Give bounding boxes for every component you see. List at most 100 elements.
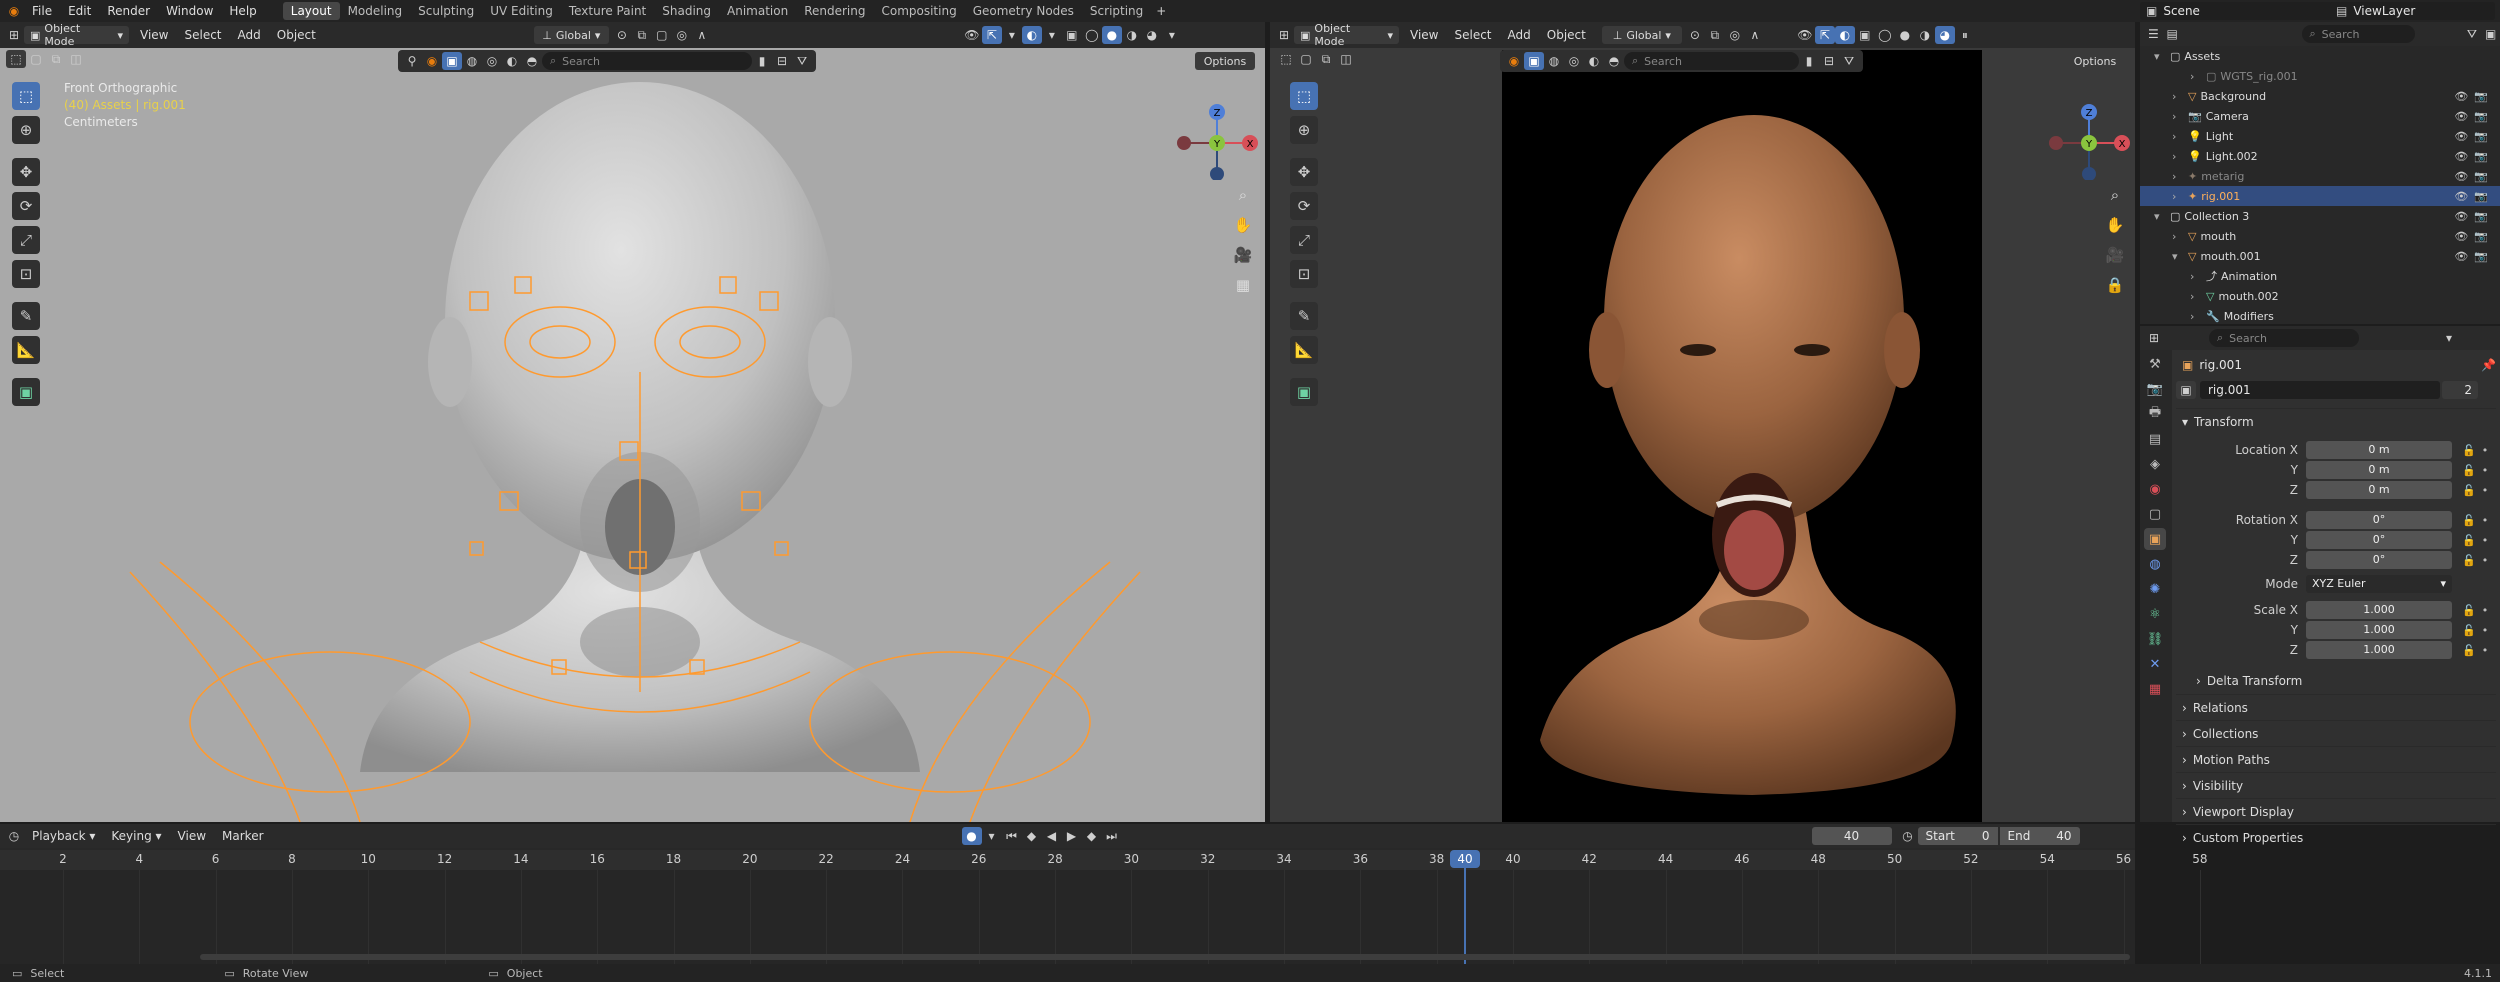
outliner-row[interactable]: ▾ ▽ mouth.001 👁📷 xyxy=(2140,246,2500,266)
outliner-row[interactable]: ▾ ▢ Collection 3 👁📷 xyxy=(2140,206,2500,226)
mode-dropdown[interactable]: ▣ Object Mode ▾ xyxy=(1294,22,1399,48)
outliner-row[interactable]: › ▽ Background 👁📷 xyxy=(2140,86,2500,106)
visibility-render-toggles[interactable]: 👁📷 xyxy=(2454,230,2494,243)
location-y-field[interactable]: 0 m xyxy=(2306,461,2452,479)
shading-material-icon[interactable]: ◑ xyxy=(1122,26,1142,44)
expand-chevron-icon[interactable]: › xyxy=(2172,230,2184,243)
viewport-display-panel[interactable]: › Viewport Display xyxy=(2176,798,2496,824)
tab-sculpting[interactable]: Sculpting xyxy=(410,2,482,20)
data-name-field[interactable]: rig.001 xyxy=(2200,381,2440,399)
menu-add[interactable]: Add xyxy=(230,28,269,42)
filter-icon[interactable]: ⚲ xyxy=(402,52,422,70)
keying-dropdown-icon[interactable]: ▾ xyxy=(982,827,1002,845)
expand-chevron-icon[interactable]: › xyxy=(2172,130,2184,143)
select-new-icon[interactable]: ▢ xyxy=(26,50,46,68)
collections-panel[interactable]: › Collections xyxy=(2176,720,2496,746)
viewport-search-input[interactable]: ⌕ Search xyxy=(542,52,752,70)
prev-keyframe-icon[interactable]: ◆ xyxy=(1022,827,1042,845)
filter-b-icon[interactable]: ◍ xyxy=(1544,52,1564,70)
play-reverse-icon[interactable]: ◀ xyxy=(1042,827,1062,845)
expand-chevron-icon[interactable]: ▾ xyxy=(2154,50,2166,63)
render-tab-icon[interactable]: 📷 xyxy=(2144,378,2166,400)
collection-tab-icon[interactable]: ▢ xyxy=(2144,503,2166,525)
editor-type-icon[interactable]: ◷ xyxy=(4,827,24,845)
jump-start-icon[interactable]: ⏮ xyxy=(1002,827,1022,845)
select-box-icon[interactable]: ⬚ xyxy=(6,50,26,68)
view-layer-tab-icon[interactable]: ▤ xyxy=(2144,428,2166,450)
pin-icon[interactable]: 📌 xyxy=(2481,358,2496,372)
filter-c-icon[interactable]: ◎ xyxy=(482,52,502,70)
users-count[interactable]: 2 xyxy=(2442,381,2478,399)
constraints-tab-icon[interactable]: ⛓ xyxy=(2144,628,2166,650)
lock-icon[interactable]: 🔒 xyxy=(2102,272,2128,298)
rotation-x-field[interactable]: 0° xyxy=(2306,511,2452,529)
filter-b-icon[interactable]: ◍ xyxy=(462,52,482,70)
outliner-row[interactable]: › ▽ mouth 👁📷 xyxy=(2140,226,2500,246)
view-options-icon[interactable]: ⊟ xyxy=(772,52,792,70)
lock-keyframe-icons[interactable]: 🔓• xyxy=(2462,554,2494,567)
editor-type-icon[interactable]: ⊞ xyxy=(4,26,24,44)
outliner-search-input[interactable]: ⌕ Search xyxy=(2301,25,2415,43)
location-x-field[interactable]: 0 m xyxy=(2306,441,2452,459)
menu-object[interactable]: Object xyxy=(1539,28,1594,42)
rotation-z-field[interactable]: 0° xyxy=(2306,551,2452,569)
menu-window[interactable]: Window xyxy=(158,4,221,18)
gizmo-dropdown-icon[interactable]: ▾ xyxy=(1002,26,1022,44)
menu-view[interactable]: View xyxy=(132,28,176,42)
transform-panel-header[interactable]: ▾ Transform xyxy=(2176,408,2496,434)
shading-solid-icon[interactable]: ● xyxy=(1895,26,1915,44)
tab-rendering[interactable]: Rendering xyxy=(796,2,873,20)
expand-chevron-icon[interactable]: › xyxy=(2172,190,2184,203)
viewport-left[interactable]: ⊞ ▣ Object Mode ▾ View Select Add Object ⊥… xyxy=(0,22,1265,822)
keyframe-area[interactable] xyxy=(0,870,2201,964)
auto-keying-icon[interactable]: ● xyxy=(961,827,982,845)
delta-transform-panel[interactable]: › Delta Transform xyxy=(2176,668,2496,694)
scale-y-field[interactable]: 1.000 xyxy=(2306,621,2452,639)
tab-texture-paint[interactable]: Texture Paint xyxy=(561,2,654,20)
shading-material-icon[interactable]: ◑ xyxy=(1915,26,1935,44)
view-options-icon[interactable]: ⊟ xyxy=(1819,52,1839,70)
navigation-gizmo[interactable]: Z Y X xyxy=(2042,80,2132,180)
tab-uv-editing[interactable]: UV Editing xyxy=(482,2,561,20)
visibility-render-toggles[interactable]: 👁📷 xyxy=(2454,210,2494,223)
expand-chevron-icon[interactable]: ▾ xyxy=(2154,210,2166,223)
blender-logo-icon[interactable]: ◉ xyxy=(4,2,24,20)
proportional-edit-icon[interactable]: ◎ xyxy=(1725,26,1745,44)
lock-keyframe-icons[interactable]: 🔓• xyxy=(2462,534,2494,547)
zoom-icon[interactable]: ⌕ xyxy=(2102,182,2128,208)
timeline-scrollbar[interactable] xyxy=(200,954,2130,960)
select-tool-icon[interactable]: ⬚ xyxy=(1290,82,1318,110)
editor-type-icon[interactable]: ⊞ xyxy=(2144,329,2164,347)
add-cube-tool-icon[interactable]: ▣ xyxy=(1290,378,1318,406)
filter-d-icon[interactable]: ◐ xyxy=(1584,52,1604,70)
select-new-icon[interactable]: ▢ xyxy=(1296,50,1316,68)
visibility-render-toggles[interactable]: 👁📷 xyxy=(2454,250,2494,263)
shading-rendered-icon[interactable]: ◕ xyxy=(1934,26,1955,44)
snap-icon[interactable]: ⧉ xyxy=(632,26,652,44)
data-browse-icon[interactable]: ▣ xyxy=(2176,381,2196,399)
physics-tab-icon[interactable]: ⚛ xyxy=(2144,603,2166,625)
outliner-row[interactable]: › 🔧 Modifiers xyxy=(2140,306,2500,326)
tool-tab-icon[interactable]: ⚒ xyxy=(2144,353,2166,375)
rotate-tool-icon[interactable]: ⟳ xyxy=(1290,192,1318,220)
tab-scripting[interactable]: Scripting xyxy=(1082,2,1151,20)
playhead-frame-label[interactable]: 40 xyxy=(1450,850,1480,868)
end-frame-field[interactable]: End 40 xyxy=(1999,827,2080,845)
pan-hand-icon[interactable]: ✋ xyxy=(2102,212,2128,238)
filter-e-icon[interactable]: ◓ xyxy=(522,52,542,70)
visibility-render-toggles[interactable]: 👁📷 xyxy=(2454,170,2494,183)
lock-keyframe-icons[interactable]: 🔓• xyxy=(2462,644,2494,657)
scale-z-field[interactable]: 1.000 xyxy=(2306,641,2452,659)
visibility-render-toggles[interactable]: 👁📷 xyxy=(2454,190,2494,203)
expand-chevron-icon[interactable]: › xyxy=(2172,150,2184,163)
filter-e-icon[interactable]: ◓ xyxy=(1604,52,1624,70)
scale-tool-icon[interactable]: ⤢ xyxy=(1290,226,1318,254)
pivot-icon[interactable]: ⊙ xyxy=(612,26,632,44)
menu-view[interactable]: View xyxy=(170,829,214,843)
view-layer-selector[interactable]: ▤ ViewLayer xyxy=(2330,2,2495,20)
visibility-panel[interactable]: › Visibility xyxy=(2176,772,2496,798)
menu-select[interactable]: Select xyxy=(1446,28,1499,42)
menu-marker[interactable]: Marker xyxy=(214,829,271,843)
menu-keying[interactable]: Keying ▾ xyxy=(103,829,169,843)
xray-icon[interactable]: ▣ xyxy=(1855,26,1875,44)
